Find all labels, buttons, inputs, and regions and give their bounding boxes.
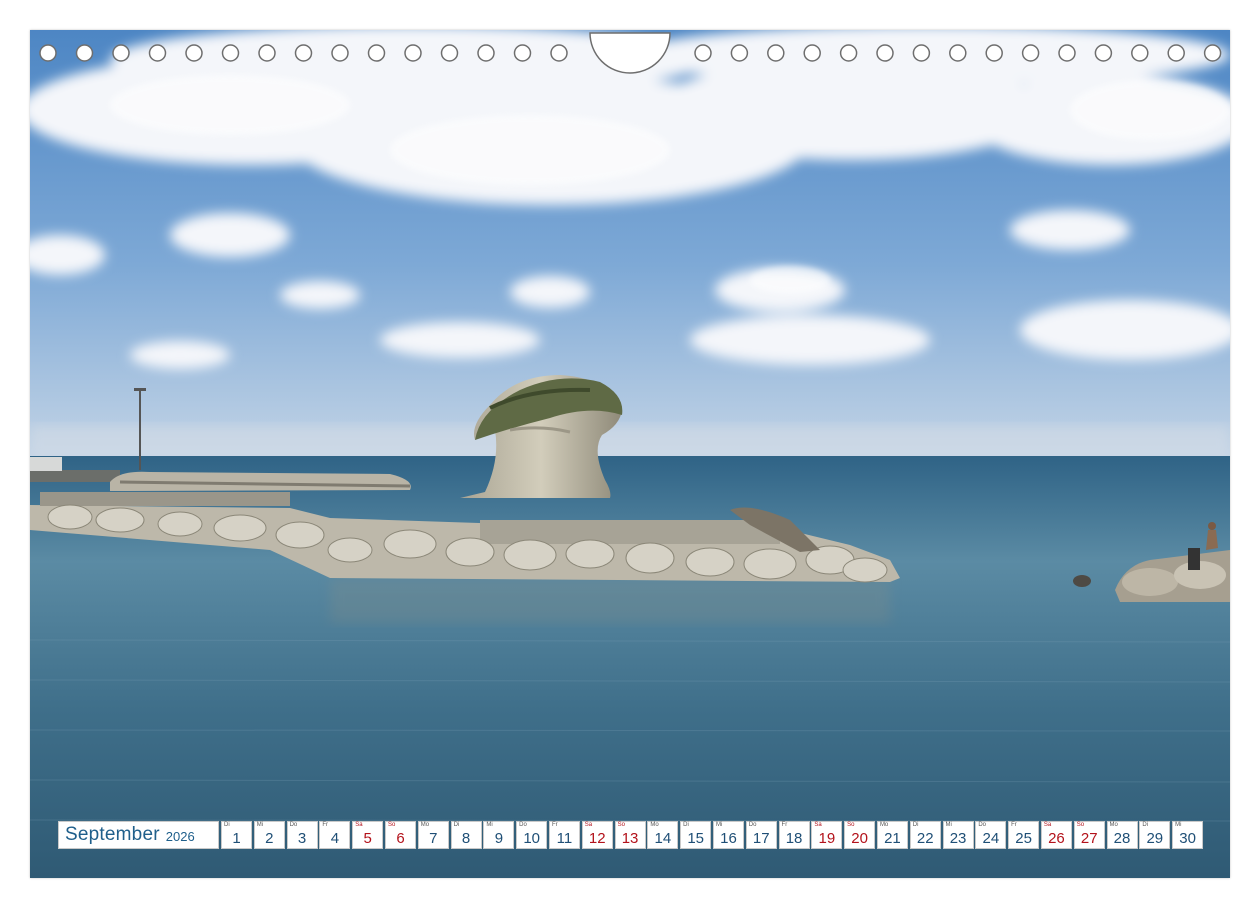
day-cell: Di 8 <box>450 821 482 849</box>
weekday-abbrev: So <box>1076 822 1085 828</box>
month-name: September <box>65 824 160 845</box>
weekday-abbrev: Do <box>978 822 986 828</box>
weekday-abbrev: Sa <box>355 822 363 828</box>
day-number: 11 <box>556 830 573 847</box>
weekday-abbrev: So <box>387 822 396 828</box>
weekday-abbrev: Mi <box>256 822 264 828</box>
day-cell: Mo 14 <box>647 821 679 849</box>
day-cell: Mi 30 <box>1172 821 1204 849</box>
weekday-abbrev: Di <box>1142 822 1148 828</box>
day-cell: Mi 16 <box>712 821 744 849</box>
day-cell: Sa 19 <box>811 821 843 849</box>
day-number: 7 <box>429 830 438 847</box>
weekday-abbrev: Mo <box>650 822 659 828</box>
weekday-abbrev: Mi <box>1175 822 1182 828</box>
weekday-abbrev: Fr <box>1011 822 1017 828</box>
weekday-abbrev: Mo <box>879 822 889 828</box>
weekday-abbrev: Sa <box>1043 822 1052 828</box>
calendar-photo <box>30 30 1230 878</box>
day-cell: Do 17 <box>745 821 777 849</box>
day-cell: Di 29 <box>1139 821 1171 849</box>
day-number: 28 <box>1113 830 1131 847</box>
day-cell: Fr 11 <box>548 821 580 849</box>
day-number: 29 <box>1146 830 1164 847</box>
weekday-abbrev: Di <box>453 822 460 828</box>
day-number: 26 <box>1048 830 1065 847</box>
day-number: 12 <box>588 830 606 847</box>
weekday-abbrev: Mo <box>1109 822 1118 828</box>
day-number: 22 <box>916 830 934 847</box>
day-cell: Di 1 <box>221 821 252 849</box>
weekday-abbrev: Do <box>519 822 527 828</box>
day-number: 24 <box>982 830 1000 847</box>
month-label: September 2026 <box>58 821 219 849</box>
day-number: 16 <box>720 830 737 847</box>
day-cell: So 6 <box>384 821 416 849</box>
day-number: 10 <box>523 830 541 847</box>
day-number: 8 <box>461 830 471 847</box>
calendar-strip: September 2026 Di 1 Mi 2 Do 3 Fr 4 Sa 5 So 6 Mo 7 Di 8 M… <box>58 821 1205 851</box>
day-number: 20 <box>851 830 868 847</box>
day-cell: Fr 4 <box>319 821 351 849</box>
day-cell: Mo 28 <box>1106 821 1138 849</box>
day-number: 3 <box>297 830 307 847</box>
day-number: 13 <box>621 830 639 847</box>
day-cell: Fr 25 <box>1008 821 1040 849</box>
weekday-abbrev: Mo <box>420 822 430 828</box>
day-cell: Di 22 <box>909 821 941 849</box>
weekday-abbrev: Do <box>748 822 757 828</box>
day-cell: Sa 26 <box>1040 821 1072 849</box>
day-cell: Fr 18 <box>778 821 810 849</box>
weekday-abbrev: Fr <box>781 822 788 828</box>
weekday-abbrev: Mi <box>715 822 723 828</box>
day-cell: Do 3 <box>286 821 318 849</box>
day-number: 14 <box>654 830 672 847</box>
day-number: 2 <box>265 830 274 847</box>
month-year: 2026 <box>165 829 195 844</box>
day-cell: Mi 2 <box>253 821 285 849</box>
day-cell: Mi 9 <box>483 821 515 849</box>
weekday-abbrev: Di <box>224 822 230 828</box>
day-cell: Mi 23 <box>942 821 974 849</box>
day-number: 30 <box>1179 830 1196 847</box>
day-cell: Di 15 <box>680 821 712 849</box>
day-number: 27 <box>1080 830 1098 847</box>
weekday-abbrev: Fr <box>551 822 558 828</box>
day-number: 5 <box>363 830 372 847</box>
day-cell: Mo 21 <box>876 821 908 849</box>
weekday-abbrev: Di <box>912 822 919 828</box>
day-number: 9 <box>494 830 504 847</box>
day-cell: So 20 <box>844 821 876 849</box>
weekday-abbrev: Di <box>683 822 689 828</box>
day-number: 17 <box>752 830 770 847</box>
day-number: 1 <box>232 830 241 847</box>
day-cell: Do 24 <box>975 821 1007 849</box>
day-number: 19 <box>818 830 836 847</box>
weekday-abbrev: Fr <box>322 822 329 828</box>
day-number: 6 <box>396 830 405 847</box>
day-cells: Di 1 Mi 2 Do 3 Fr 4 Sa 5 So 6 Mo 7 Di 8 Mi 9 Do 10 Fr 11 Sa 12 S… <box>221 821 1205 851</box>
day-cell: So 27 <box>1073 821 1105 849</box>
weekday-abbrev: Mi <box>486 822 493 828</box>
weekday-abbrev: Sa <box>814 822 822 828</box>
day-cell: Mo 7 <box>417 821 449 849</box>
day-number: 25 <box>1015 830 1032 847</box>
day-cell: Sa 12 <box>581 821 613 849</box>
day-number: 21 <box>884 830 901 847</box>
day-cell: So 13 <box>614 821 646 849</box>
day-number: 15 <box>687 830 704 847</box>
weekday-abbrev: So <box>847 822 855 828</box>
day-number: 18 <box>785 830 803 847</box>
weekday-abbrev: So <box>617 822 625 828</box>
day-number: 4 <box>330 830 340 847</box>
weekday-abbrev: Do <box>289 822 298 828</box>
day-cell: Do 10 <box>516 821 548 849</box>
day-cell: Sa 5 <box>352 821 384 849</box>
calendar-page: September 2026 Di 1 Mi 2 Do 3 Fr 4 Sa 5 So 6 Mo 7 Di 8 M… <box>0 0 1260 908</box>
day-number: 23 <box>949 830 967 847</box>
weekday-abbrev: Sa <box>584 822 593 828</box>
weekday-abbrev: Mi <box>945 822 952 828</box>
